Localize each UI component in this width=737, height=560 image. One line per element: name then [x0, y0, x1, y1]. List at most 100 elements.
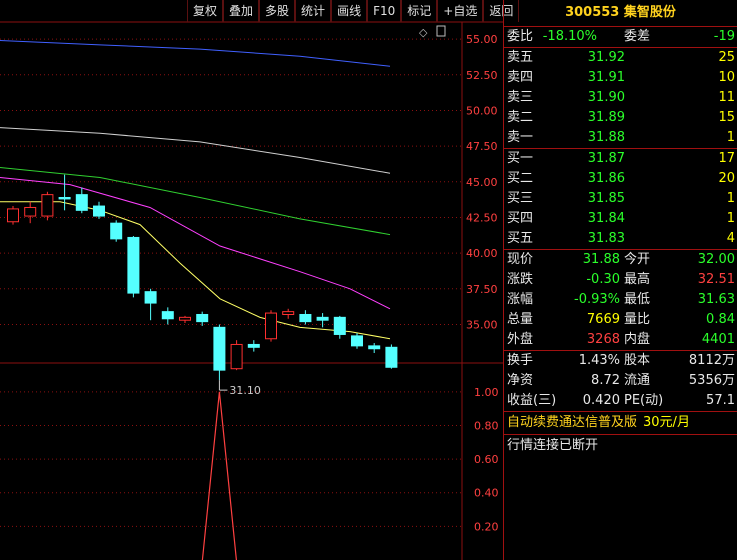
quote-panel: 300553 集智股份 委比 -18.10% 委差 -19 卖五 31.92 25 卖…: [503, 0, 737, 560]
toolbar-button-1[interactable]: 叠加: [223, 0, 260, 22]
level-volume: 11: [718, 90, 735, 105]
price-tick-label: 40.00: [466, 247, 498, 260]
sell-row: 卖一 31.88 1: [504, 128, 737, 148]
fund-label-2: 股本: [624, 353, 651, 368]
level-price: 31.91: [587, 70, 625, 85]
candle-body: [385, 346, 398, 368]
toolbar-button-4[interactable]: 画线: [331, 0, 368, 22]
price-tick-label: 45.00: [466, 176, 498, 189]
fund-value: 8.72: [591, 373, 620, 388]
indicator-tick-label: 0.60: [474, 453, 499, 466]
quote-stats: 现价 31.88 今开 32.00 涨跌 -0.30 最高 32.51 涨幅 -0.93% 最低 31…: [504, 250, 737, 351]
fund-label: 净资: [507, 373, 534, 388]
candle-body: [213, 326, 226, 371]
quote-label-2: 内盘: [624, 332, 651, 347]
fund-value: 0.420: [582, 393, 620, 408]
quote-label-2: 最低: [624, 292, 651, 307]
level-price: 31.88: [587, 130, 625, 145]
fundamentals: 换手 1.43% 股本 8112万 净资 8.72 流通 5356万 收益(三) 0.420 PE(…: [504, 351, 737, 412]
candle-body: [282, 311, 295, 315]
weibi-row: 委比 -18.10% 委差 -19: [504, 27, 737, 48]
promo-text: 自动续费通达信普及版: [507, 415, 638, 430]
quote-value: 7669: [586, 312, 620, 327]
quote-row: 涨幅 -0.93% 最低 31.63: [504, 290, 737, 310]
level-volume: 25: [718, 50, 735, 65]
toolbar-button-3[interactable]: 统计: [295, 0, 332, 22]
level-volume: 17: [718, 151, 735, 166]
fundamental-row: 净资 8.72 流通 5356万: [504, 371, 737, 391]
fundamental-row: 收益(三) 0.420 PE(动) 57.1: [504, 391, 737, 411]
level-volume: 10: [718, 70, 735, 85]
weibi-label: 委比: [507, 29, 534, 44]
stock-code: 300553: [565, 5, 620, 20]
level-volume: 1: [726, 191, 735, 206]
candle-body: [161, 311, 174, 320]
buy-row: 买五 31.83 4: [504, 229, 737, 249]
level-label: 买四: [507, 211, 534, 226]
candle-body: [299, 313, 312, 323]
level-volume: 1: [726, 130, 735, 145]
quote-value: 3268: [586, 332, 620, 347]
fund-value-2: 5356万: [688, 373, 735, 388]
candle-body: [333, 316, 346, 335]
quote-label: 现价: [507, 252, 534, 267]
candle-body: [230, 343, 243, 370]
candle-body: [58, 196, 71, 200]
quote-label-2: 最高: [624, 272, 651, 287]
sell-row: 卖四 31.91 10: [504, 68, 737, 88]
candle-body: [265, 312, 277, 340]
stock-name: 集智股份: [623, 5, 676, 20]
level-price: 31.85: [587, 191, 625, 206]
sell-book: 卖五 31.92 25 卖四 31.91 10 卖三 31.90 11 卖二 31.89 15 卖一 31…: [504, 48, 737, 149]
level-label: 买一: [507, 151, 534, 166]
quote-row: 外盘 3268 内盘 4401: [504, 330, 737, 350]
level-label: 卖五: [507, 50, 534, 65]
toolbar-button-6[interactable]: 标记: [401, 0, 438, 22]
promo-banner[interactable]: 自动续费通达信普及版 30元/月: [504, 412, 737, 435]
indicator-tick-label: 0.80: [474, 419, 499, 432]
connection-status: 行情连接已断开: [507, 438, 599, 453]
toolbar-button-0[interactable]: 复权: [187, 0, 224, 22]
fund-label-2: PE(动): [624, 393, 664, 408]
fund-value-2: 57.1: [706, 393, 735, 408]
level-label: 卖三: [507, 90, 534, 105]
level-label: 买二: [507, 171, 534, 186]
quote-label: 涨跌: [507, 272, 534, 287]
fundamental-row: 换手 1.43% 股本 8112万: [504, 351, 737, 371]
quote-value-2: 0.84: [706, 312, 735, 327]
indicator-tick-label: 1.00: [474, 386, 499, 399]
quote-label-2: 量比: [624, 312, 651, 327]
quote-row: 总量 7669 量比 0.84: [504, 310, 737, 330]
level-volume: 20: [718, 171, 735, 186]
quote-value-2: 31.63: [697, 292, 735, 307]
weicha-value: -19: [713, 29, 735, 44]
toolbar-button-5[interactable]: F10: [367, 0, 402, 22]
level-price: 31.86: [587, 171, 625, 186]
level-label: 买五: [507, 231, 534, 246]
indicator-tick-label: 0.20: [474, 520, 499, 533]
ma-line-green: [0, 167, 391, 236]
level-price: 31.89: [587, 110, 625, 125]
toolbar-button-2[interactable]: 多股: [259, 0, 296, 22]
quote-value-2: 32.51: [697, 272, 735, 287]
ma-line-blue: [0, 40, 391, 67]
level-price: 31.84: [587, 211, 625, 226]
toolbar-button-7[interactable]: +自选: [437, 0, 484, 22]
kline-chart[interactable]: 55.00 52.50 50.00 47.50 45.00 42.50 40.00 37.50…: [0, 0, 503, 560]
level-price: 31.92: [587, 50, 625, 65]
quote-label: 涨幅: [507, 292, 534, 307]
buy-book: 买一 31.87 17 买二 31.86 20 买三 31.85 1 买四 31.84 1 买五 31.8…: [504, 149, 737, 250]
quote-label: 外盘: [507, 332, 534, 347]
price-tick-label: 55.00: [466, 33, 498, 46]
fund-value-2: 8112万: [688, 353, 735, 368]
fund-label: 换手: [507, 353, 534, 368]
candle-body: [196, 313, 209, 323]
diamond-icon: ◇: [419, 26, 428, 39]
quote-value: 31.88: [582, 252, 620, 267]
price-tick-label: 35.00: [466, 318, 498, 331]
level-label: 卖四: [507, 70, 534, 85]
fund-value: 1.43%: [578, 353, 620, 368]
chart-toolbar: 复权 叠加 多股 统计 画线 F10 标记 +自选 返回: [187, 0, 520, 22]
price-tick-label: 52.50: [466, 69, 498, 82]
level-volume: 15: [718, 110, 735, 125]
